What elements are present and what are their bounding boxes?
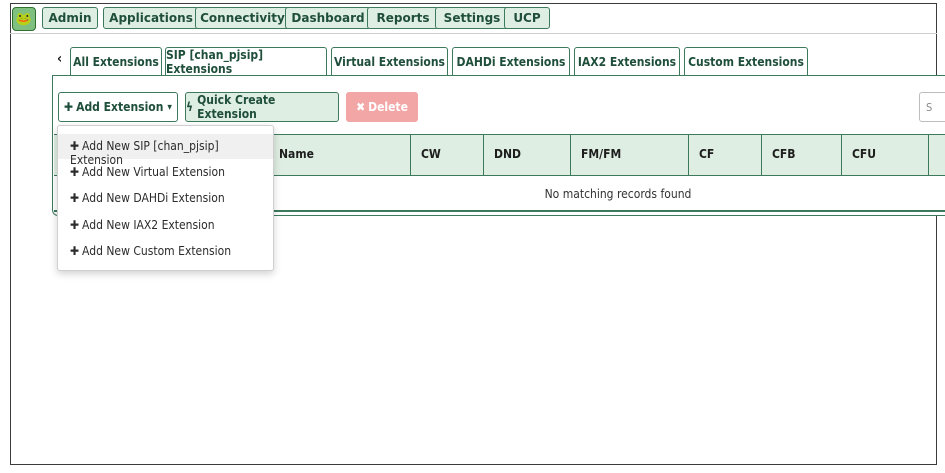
column-cfu[interactable]: CFU: [841, 135, 928, 175]
column-dnd[interactable]: DND: [483, 135, 570, 175]
tab-custom-extensions[interactable]: Custom Extensions: [684, 47, 808, 76]
delete-button[interactable]: ✖ Delete: [346, 92, 418, 122]
dropdown-item-label: Add New IAX2 Extension: [82, 218, 215, 232]
search-placeholder: S: [926, 101, 933, 114]
dropdown-item-label: Add New Custom Extension: [82, 244, 232, 258]
dropdown-item-add-iax2[interactable]: ✚ Add New IAX2 Extension: [58, 213, 273, 238]
dropdown-item-add-sip[interactable]: ✚ Add New SIP [chan_pjsip] Extension: [58, 134, 273, 167]
bolt-icon: ϟ: [186, 100, 194, 114]
plus-icon: ✚: [70, 165, 80, 179]
tab-dahdi-extensions[interactable]: DAHDi Extensions: [452, 47, 570, 76]
add-extension-label: Add Extension: [76, 100, 164, 114]
plus-icon: ✚: [70, 218, 80, 232]
quick-create-extension-button[interactable]: ϟ Quick Create Extension: [185, 92, 339, 122]
column-cf[interactable]: CF: [688, 135, 761, 175]
tab-virtual-extensions[interactable]: Virtual Extensions: [331, 47, 448, 76]
dropdown-item-add-virtual[interactable]: ✚ Add New Virtual Extension: [58, 160, 273, 185]
empty-table-message: No matching records found: [544, 187, 692, 201]
nav-admin[interactable]: Admin: [42, 7, 98, 29]
tab-iax2-extensions[interactable]: IAX2 Extensions: [574, 47, 680, 76]
dropdown-item-label: Add New DAHDi Extension: [82, 191, 225, 205]
column-name[interactable]: Name: [268, 135, 410, 175]
plus-icon: ✚: [64, 100, 74, 114]
tabs-scroll-left-icon[interactable]: ‹: [57, 51, 62, 67]
tab-all-extensions[interactable]: All Extensions: [70, 47, 162, 77]
column-cw[interactable]: CW: [410, 135, 483, 175]
nav-connectivity[interactable]: Connectivity: [195, 7, 290, 29]
caret-down-icon: ▾: [167, 101, 172, 113]
x-icon: ✖: [356, 100, 366, 114]
nav-applications[interactable]: Applications: [103, 7, 199, 29]
add-extension-dropdown: ✚ Add New SIP [chan_pjsip] Extension ✚ Add…: [57, 125, 274, 271]
column-edge: [928, 135, 945, 175]
top-nav: 🐸 Admin Applications Connectivity Dashbo…: [10, 4, 937, 32]
tab-sip-extensions[interactable]: SIP [chan_pjsip] Extensions: [165, 47, 327, 76]
column-cfb[interactable]: CFB: [761, 135, 841, 175]
quick-create-label: Quick Create Extension: [197, 93, 276, 121]
nav-reports[interactable]: Reports: [367, 7, 439, 29]
nav-divider: [10, 33, 937, 34]
dropdown-item-label: Add New Virtual Extension: [82, 165, 226, 179]
add-extension-button[interactable]: ✚ Add Extension ▾: [58, 92, 178, 122]
nav-settings[interactable]: Settings: [435, 7, 509, 29]
delete-label: Delete: [368, 100, 408, 114]
plus-icon: ✚: [70, 139, 80, 153]
plus-icon: ✚: [70, 244, 80, 258]
search-input[interactable]: S: [919, 92, 945, 122]
dropdown-item-add-dahdi[interactable]: ✚ Add New DAHDi Extension: [58, 186, 273, 211]
nav-dashboard[interactable]: Dashboard: [285, 7, 371, 29]
column-fmfm[interactable]: FM/FM: [570, 135, 688, 175]
nav-ucp[interactable]: UCP: [504, 7, 550, 29]
plus-icon: ✚: [70, 191, 80, 205]
frog-logo-icon[interactable]: 🐸: [12, 7, 36, 31]
dropdown-item-add-custom[interactable]: ✚ Add New Custom Extension: [58, 239, 273, 264]
